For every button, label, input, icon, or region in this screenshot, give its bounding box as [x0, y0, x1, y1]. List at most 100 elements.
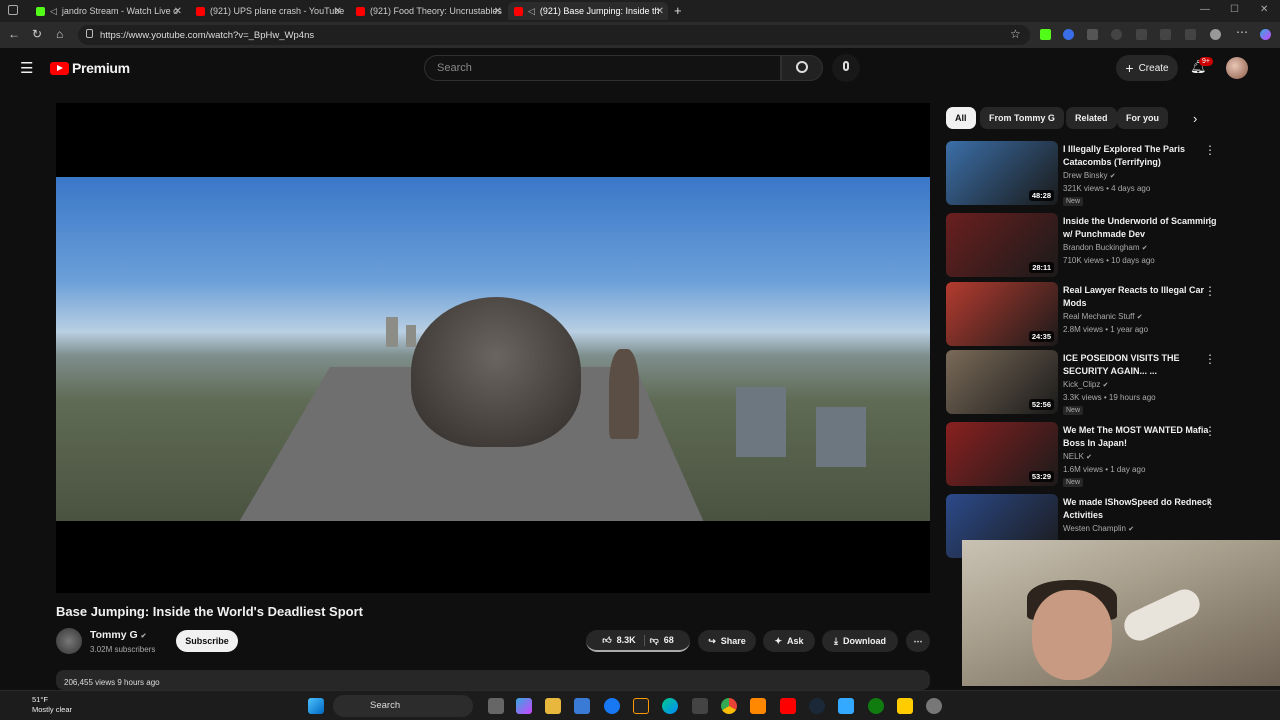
account-avatar[interactable] — [1226, 57, 1248, 79]
shield-icon[interactable] — [1185, 29, 1196, 40]
download-button[interactable]: ⤓ Download — [822, 630, 898, 652]
extension-icon[interactable] — [1087, 29, 1098, 40]
channel-name[interactable]: Tommy G ✔ — [90, 629, 146, 641]
related-channel-name[interactable]: NELK ✔ — [1063, 452, 1092, 461]
tab-youtube-1[interactable]: (921) UPS plane crash - YouTube ✕ — [190, 2, 346, 20]
vlc-icon[interactable] — [750, 698, 766, 714]
favorites-icon[interactable] — [1160, 29, 1171, 40]
related-channel-name[interactable]: Kick_Clipz ✔ — [1063, 380, 1108, 389]
related-video-item[interactable]: 28:11 Inside the Underworld of Scamming w… — [946, 213, 1264, 279]
ask-button[interactable]: ✦ Ask — [763, 630, 815, 652]
video-thumbnail[interactable]: 24:35 — [946, 282, 1058, 346]
calculator-icon[interactable] — [692, 698, 708, 714]
related-video-title[interactable]: Real Lawyer Reacts to Illegal Car Mods — [1063, 284, 1223, 310]
subscribe-button[interactable]: Subscribe — [176, 630, 238, 652]
chrome-icon[interactable] — [721, 698, 737, 714]
share-icon: ↪ — [708, 635, 716, 646]
related-video-item[interactable]: 53:29 We Met The MOST WANTED Mafia Boss I… — [946, 422, 1264, 488]
video-thumbnail[interactable]: 28:11 — [946, 213, 1058, 277]
minimize-icon[interactable]: — — [1200, 4, 1210, 15]
related-video-item[interactable]: 48:28 I Illegally Explored The Paris Cata… — [946, 141, 1264, 207]
related-video-item[interactable]: 24:35 Real Lawyer Reacts to Illegal Car M… — [946, 282, 1264, 348]
xbox-icon[interactable] — [868, 698, 884, 714]
chip-for-you[interactable]: For you — [1117, 107, 1168, 129]
new-tab-button[interactable]: + — [674, 3, 682, 18]
chip-all[interactable]: All — [946, 107, 976, 129]
related-channel-name[interactable]: Brandon Buckingham ✔ — [1063, 243, 1148, 252]
tab-kick[interactable]: ◁ jandro Stream - Watch Live o ✕ — [30, 2, 186, 20]
related-channel-name[interactable]: Westen Champlin ✔ — [1063, 524, 1134, 533]
tab-youtube-active[interactable]: ◁ (921) Base Jumping: Inside th ✕ — [508, 2, 668, 20]
menu-icon[interactable]: ☰ — [20, 59, 33, 77]
copilot-icon[interactable] — [1260, 29, 1271, 40]
settings-icon[interactable] — [926, 698, 942, 714]
facebook-icon[interactable] — [604, 698, 620, 714]
create-button[interactable]: + Create — [1116, 55, 1178, 81]
url-field[interactable]: https://www.youtube.com/watch?v=_BpHw_Wp… — [78, 25, 1030, 45]
star-icon[interactable]: ☆ — [1010, 27, 1021, 41]
like-button[interactable]: 👍︎ 8.3K — [602, 634, 645, 646]
windows-start-icon[interactable] — [308, 698, 324, 714]
more-vert-icon[interactable]: ⋮ — [1204, 496, 1216, 510]
more-vert-icon[interactable]: ⋮ — [1204, 215, 1216, 229]
more-vert-icon[interactable]: ⋮ — [1204, 284, 1216, 298]
close-window-icon[interactable]: ✕ — [1260, 4, 1268, 15]
back-icon[interactable]: ← — [8, 27, 20, 41]
video-player[interactable] — [56, 103, 930, 593]
steam-icon[interactable] — [809, 698, 825, 714]
voice-search-button[interactable] — [832, 54, 860, 82]
extension-icon[interactable] — [1063, 29, 1074, 40]
app-icon[interactable] — [838, 698, 854, 714]
maximize-icon[interactable]: ☐ — [1230, 4, 1239, 15]
video-thumbnail[interactable]: 48:28 — [946, 141, 1058, 205]
close-icon[interactable]: ✕ — [656, 6, 664, 17]
chip-related[interactable]: Related — [1066, 107, 1117, 129]
tab-youtube-2[interactable]: (921) Food Theory: Uncrustables ✕ — [350, 2, 506, 20]
related-video-title[interactable]: Inside the Underworld of Scamming w/ Pun… — [1063, 215, 1223, 241]
related-channel-name[interactable]: Real Mechanic Stuff ✔ — [1063, 312, 1143, 321]
task-view-icon[interactable] — [488, 698, 504, 714]
store-icon[interactable] — [574, 698, 590, 714]
tab-actions-icon[interactable] — [8, 5, 18, 15]
refresh-icon[interactable]: ↻ — [32, 27, 42, 41]
home-icon[interactable]: ⌂ — [56, 27, 63, 41]
more-icon[interactable]: ⋯ — [1236, 25, 1248, 39]
search-button[interactable] — [781, 55, 823, 81]
taskbar-search[interactable]: Search — [333, 695, 473, 717]
more-vert-icon[interactable]: ⋮ — [1204, 424, 1216, 438]
youtube-premium-logo[interactable]: Premium — [50, 60, 130, 76]
chip-from-channel[interactable]: From Tommy G — [980, 107, 1064, 129]
extension-icon[interactable] — [1040, 29, 1051, 40]
profile-icon[interactable] — [1210, 29, 1221, 40]
close-icon[interactable]: ✕ — [174, 6, 182, 17]
related-video-item[interactable]: 52:56 ICE POSEIDON VISITS THE SECURITY AG… — [946, 350, 1264, 416]
more-vert-icon[interactable]: ⋮ — [1204, 143, 1216, 157]
related-channel-name[interactable]: Drew Binsky ✔ — [1063, 171, 1116, 180]
channel-avatar[interactable] — [56, 628, 82, 654]
related-channel-text: Drew Binsky — [1063, 171, 1108, 180]
share-button[interactable]: ↪ Share — [698, 630, 756, 652]
close-icon[interactable]: ✕ — [334, 6, 342, 17]
copilot-icon[interactable] — [516, 698, 532, 714]
related-video-title[interactable]: We made IShowSpeed do Redneck Activities — [1063, 496, 1223, 522]
video-thumbnail[interactable]: 52:56 — [946, 350, 1058, 414]
close-icon[interactable]: ✕ — [494, 6, 502, 17]
related-video-title[interactable]: We Met The MOST WANTED Mafia Boss In Jap… — [1063, 424, 1223, 450]
youtube-icon[interactable] — [780, 698, 796, 714]
related-video-title[interactable]: ICE POSEIDON VISITS THE SECURITY AGAIN..… — [1063, 352, 1223, 378]
edge-icon[interactable] — [662, 698, 678, 714]
description-box[interactable]: 206,455 views 9 hours ago — [56, 670, 930, 690]
dislike-button[interactable]: 👎︎ 68 — [650, 635, 674, 646]
extension-icon[interactable] — [1136, 29, 1147, 40]
related-video-title[interactable]: I Illegally Explored The Paris Catacombs… — [1063, 143, 1223, 169]
more-vert-icon[interactable]: ⋮ — [1204, 352, 1216, 366]
folder-icon[interactable] — [545, 698, 561, 714]
search-input[interactable]: Search — [424, 55, 781, 81]
extension-icon[interactable] — [1111, 29, 1122, 40]
weather-widget[interactable]: 51°F Mostly clear — [12, 695, 72, 715]
notes-icon[interactable] — [897, 698, 913, 714]
video-thumbnail[interactable]: 53:29 — [946, 422, 1058, 486]
more-actions-button[interactable]: ⋯ — [906, 630, 930, 652]
amazon-icon[interactable] — [633, 698, 649, 714]
chevron-right-icon[interactable]: › — [1193, 111, 1197, 126]
